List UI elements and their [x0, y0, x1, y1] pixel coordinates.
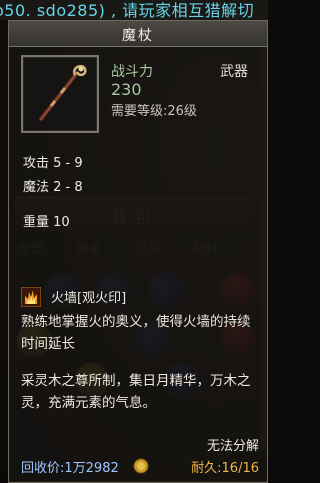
required-level: 需要等级:26级	[111, 104, 197, 119]
item-icon-frame	[21, 55, 99, 133]
combat-power-label: 战斗力	[111, 64, 153, 80]
item-tooltip: 魔杖 战斗力 230 需要等级:26级 武器 攻击 5 - 9 魔法 2 - 8…	[8, 20, 268, 483]
tooltip-title-bar: 魔杖	[9, 21, 267, 47]
announcement-bar: o50. sdo285) , 请玩家相互猎解切	[0, 0, 268, 20]
fire-skill-icon	[21, 287, 41, 307]
recycle-price: 回收价:1万2982	[21, 461, 119, 476]
skill-description: 熟练地掌握火的奥义，使得火墙的持续时间延长	[21, 314, 251, 352]
announcement-text: o50. sdo285) , 请玩家相互猎解切	[0, 1, 255, 20]
attack-stat: 攻击 5 - 9	[23, 156, 83, 171]
item-lore: 采灵木之尊所制，集日月精华，万木之灵，充满元素的气息。	[21, 373, 251, 411]
weight-stat: 重量 10	[23, 215, 70, 230]
item-name: 魔杖	[122, 28, 154, 44]
combat-power-value: 230	[111, 80, 142, 99]
magic-stat: 魔法 2 - 8	[23, 180, 83, 195]
item-type: 武器	[220, 64, 248, 80]
skill-name: 火墙[观火印]	[51, 291, 127, 306]
staff-icon	[25, 59, 95, 129]
gold-coin-icon	[133, 458, 149, 474]
durability: 耐久:16/16	[191, 461, 259, 476]
decompose-status: 无法分解	[206, 439, 259, 454]
